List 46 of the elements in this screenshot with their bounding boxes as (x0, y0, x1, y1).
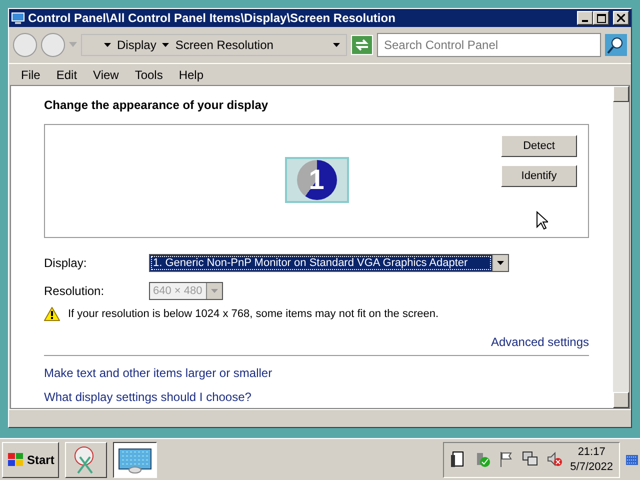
flag-icon[interactable] (498, 451, 514, 468)
action-button[interactable]: Detect (501, 135, 577, 157)
warning-text: If your resolution is below 1024 x 768, some items may not fit on the screen. (68, 307, 439, 322)
address-bar[interactable]: Display Screen Resolution (81, 34, 347, 56)
maximize-button[interactable] (593, 11, 609, 25)
clock-time: 21:17 (576, 444, 606, 460)
help-link[interactable]: Make text and other items larger or smaller (44, 366, 272, 380)
refresh-icon[interactable] (351, 35, 373, 55)
chevron-icon[interactable] (104, 42, 111, 48)
help-link[interactable]: What display settings should I choose? (44, 390, 252, 404)
menu-item[interactable]: View (87, 64, 125, 84)
scissors-icon[interactable] (65, 442, 108, 478)
close-icon (617, 14, 625, 22)
action-button[interactable]: Identify (501, 165, 577, 187)
menu-item[interactable]: Edit (50, 64, 84, 84)
menu-item[interactable]: Help (172, 64, 210, 84)
control-panel-icon[interactable] (113, 442, 158, 478)
chevron-icon[interactable] (162, 42, 170, 48)
search-field[interactable]: Search Control Panel (377, 33, 601, 57)
field-label: Display: (44, 255, 88, 272)
mouse-cursor-icon (536, 211, 548, 230)
advanced-settings-link[interactable]: Advanced settings (490, 332, 589, 350)
breadcrumb[interactable]: Display (117, 36, 156, 54)
window-title: Control Panel\All Control Panel Items\Display\Screen Resolution (28, 10, 396, 27)
menu-item[interactable]: File (15, 64, 46, 84)
scrollbar[interactable] (613, 86, 629, 408)
breadcrumb[interactable]: Screen Resolution (175, 36, 274, 54)
search-icon[interactable] (605, 34, 627, 56)
field-label: Resolution: (44, 283, 106, 300)
menu-item[interactable]: Tools (128, 64, 169, 84)
four-color-logo-icon (7, 452, 25, 468)
dropdown-field[interactable]: 1. Generic Non-PnP Monitor on Standard VGA Graphics Adapter (149, 254, 509, 272)
speaker-muted-icon[interactable] (546, 451, 562, 468)
monitor-icon (11, 12, 25, 24)
document-icon[interactable] (450, 451, 466, 468)
dropdown-field: 640 × 480 (149, 282, 223, 300)
start-button[interactable]: Start (2, 442, 60, 478)
section-heading: Change the appearance of your display (44, 97, 270, 114)
dropdown-arrow-icon[interactable] (497, 261, 504, 265)
close-button[interactable] (613, 11, 629, 25)
maximize-icon (596, 14, 606, 22)
clock-date: 5/7/2022 (570, 460, 613, 474)
dropdown-arrow-icon[interactable] (333, 42, 340, 48)
warning-icon (44, 307, 60, 322)
minimize-button[interactable] (577, 11, 593, 25)
show-desktop-icon[interactable] (626, 452, 638, 466)
